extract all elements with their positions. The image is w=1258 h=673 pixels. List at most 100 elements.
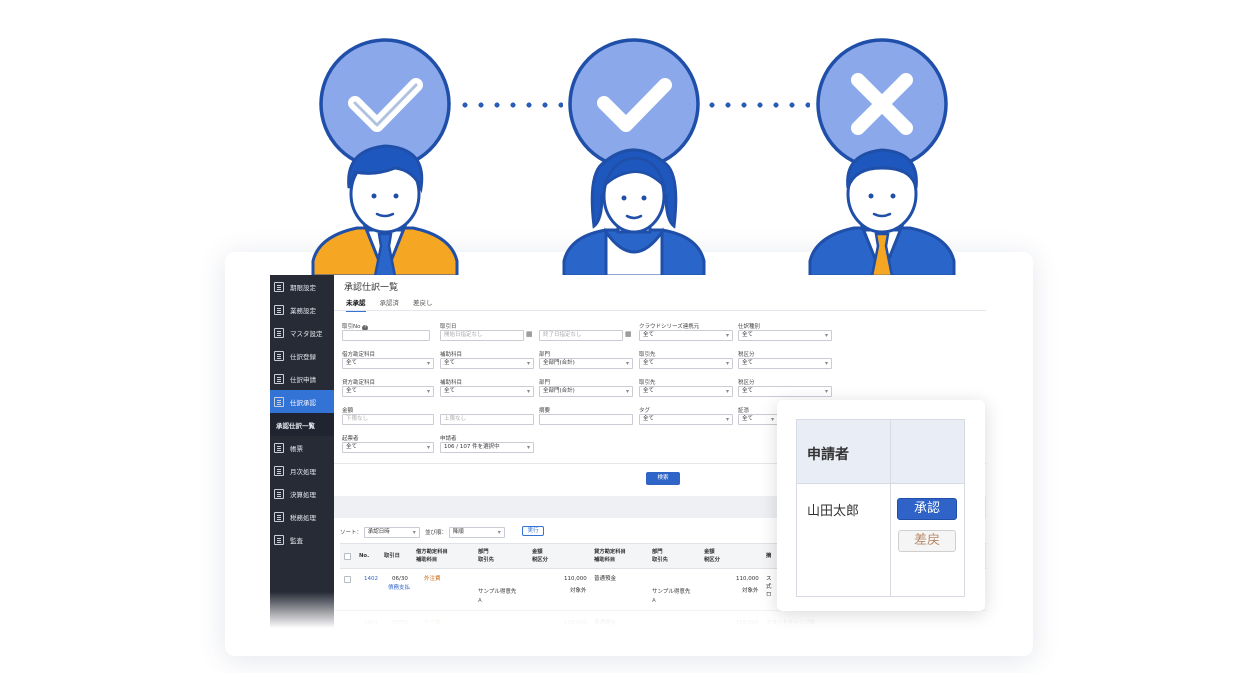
filter-label-credit-tax: 税区分 [738, 380, 755, 386]
report-icon [274, 442, 284, 453]
credit-sub-select[interactable]: 全て [440, 386, 534, 397]
sidebar-item-label: 仕訳登録 [290, 352, 316, 361]
column-divider [890, 420, 891, 596]
sidebar-item-label: 月次処理 [290, 467, 316, 476]
col-debit-partner: 取引先 [478, 557, 494, 563]
debit-account-select[interactable]: 全て [342, 358, 434, 369]
filter-label-debit-tax: 税区分 [738, 352, 755, 358]
sidebar-item-monthly[interactable]: 月次処理 [270, 459, 334, 482]
filter-label-creator: 起票者 [342, 436, 359, 442]
order-label: 並び順： [425, 530, 448, 536]
col-debit-dept: 部門 [478, 549, 489, 555]
row-credit-account: 普通預金 [594, 620, 617, 626]
sidebar-item-label: 仕訳申請 [290, 375, 316, 384]
search-button[interactable]: 検索 [646, 472, 680, 485]
calendar-icon[interactable]: ▦ [625, 330, 632, 338]
calendar-icon[interactable]: ▦ [526, 330, 533, 338]
sidebar-item-journal-entry[interactable]: 仕訳登録 [270, 344, 334, 367]
tag-select[interactable]: 全て [639, 414, 733, 425]
sidebar-item-label: 承認仕訳一覧 [276, 421, 315, 430]
row-no[interactable]: 1401 [364, 620, 378, 627]
row-debit-partner: サンプル得意先 [478, 589, 517, 595]
sidebar-item-closing[interactable]: 決算処理 [270, 482, 334, 505]
settings-doc-icon [274, 304, 284, 315]
col-debit-tax: 税区分 [532, 557, 548, 563]
audit-icon [274, 534, 284, 545]
run-button[interactable]: 実行 [522, 526, 544, 536]
approver-3-avatar [802, 36, 962, 276]
col-credit-account: 貸方勘定科目 [594, 549, 626, 555]
debit-dept-select[interactable]: 全部門(合計) [539, 358, 633, 369]
filter-label-credit-sub: 補助科目 [440, 380, 463, 386]
sidebar-item-journal-approval[interactable]: 仕訳承認 [270, 390, 334, 413]
calendar-icon [274, 465, 284, 476]
col-credit-partner: 取引先 [652, 557, 668, 563]
tabs-divider [334, 310, 986, 311]
sidebar-item-label: 税務処理 [290, 513, 316, 522]
amount-max-input[interactable]: 上限なし [440, 414, 534, 425]
journal-icon [274, 396, 284, 407]
debit-partner-select[interactable]: 全て [639, 358, 733, 369]
cloud-series-select[interactable]: 全て [639, 330, 733, 341]
journal-icon [274, 373, 284, 384]
col-credit-dept: 部門 [652, 549, 663, 555]
sidebar-item-label: 仕訳承認 [290, 398, 316, 407]
applicant-header: 申請者 [807, 447, 849, 463]
row-no[interactable]: 1402 [364, 576, 378, 583]
approver-2-avatar [554, 36, 714, 276]
credit-account-select[interactable]: 全て [342, 386, 434, 397]
row-type[interactable]: 債務支払 [388, 585, 410, 592]
sidebar-item-label: 決算処理 [290, 490, 316, 499]
end-date-input[interactable]: 終了日指定なし [539, 330, 623, 341]
row-debit-partner-2: A [478, 598, 482, 604]
filter-label-credit-partner: 取引先 [639, 380, 656, 386]
sort-controls: ソート： 承認日時 並び順： 降順 [340, 527, 505, 538]
journal-type-select[interactable]: 全て [738, 330, 832, 341]
filter-label-debit-sub: 補助科目 [440, 352, 463, 358]
connector-dots-2 [704, 102, 810, 108]
row-credit-partner-2: A [652, 598, 656, 604]
row-credit-amount: 110,000 [736, 576, 759, 582]
col-no: No. [359, 553, 370, 559]
summary-input[interactable] [539, 414, 633, 425]
settings-doc-icon [274, 281, 284, 292]
sidebar-item-tax[interactable]: 税務処理 [270, 505, 334, 528]
sidebar-item-master-settings[interactable]: マスタ設定 [270, 321, 334, 344]
sidebar-item-reports[interactable]: 帳票 [270, 436, 334, 459]
credit-tax-select[interactable]: 全て [738, 386, 832, 397]
voucher-select[interactable]: 全て [738, 414, 778, 425]
approve-button[interactable]: 承認 [897, 498, 957, 520]
sidebar-item-journal-request[interactable]: 仕訳申請 [270, 367, 334, 390]
approval-table: 申請者 山田太郎 承認 差戻 [796, 419, 965, 597]
col-debit-sub: 補助科目 [416, 557, 438, 563]
applicant-select[interactable]: 106 / 107 件を選択中 [440, 442, 534, 453]
select-all-checkbox[interactable] [344, 553, 351, 560]
sidebar-item-period-settings[interactable]: 期限設定 [270, 275, 334, 298]
debit-tax-select[interactable]: 全て [738, 358, 832, 369]
col-credit-amount: 金額 [704, 549, 715, 555]
filter-label-cloud-series: クラウドシリーズ連携元 [639, 324, 700, 330]
sidebar-subitem-approved-journal-list[interactable]: 承認仕訳一覧 [270, 413, 334, 436]
sort-select[interactable]: 承認日時 [363, 527, 420, 538]
credit-partner-select[interactable]: 全て [639, 386, 733, 397]
credit-dept-select[interactable]: 全部門(合計) [539, 386, 633, 397]
filter-label-journal-type: 仕訳種別 [738, 324, 761, 330]
sidebar-item-audit[interactable]: 監査 [270, 528, 334, 551]
debit-sub-select[interactable]: 全て [440, 358, 534, 369]
sidebar-item-business-settings[interactable]: 業務設定 [270, 298, 334, 321]
row-date: 06/30 [392, 576, 408, 582]
col-summary: 摘 [766, 553, 772, 559]
order-select[interactable]: 降順 [448, 527, 505, 538]
sidebar-item-label: 業務設定 [290, 306, 316, 315]
amount-min-input[interactable]: 下限なし [342, 414, 434, 425]
start-date-input[interactable]: 開始日指定なし [440, 330, 524, 341]
row-checkbox[interactable] [344, 576, 351, 583]
filter-label-amount: 金額 [342, 408, 354, 414]
row-credit-amount: 110,000 [736, 620, 759, 626]
col-debit-account: 借方勘定科目 [416, 549, 448, 555]
transaction-no-input[interactable] [342, 330, 430, 341]
return-button[interactable]: 差戻 [898, 530, 956, 552]
row-summary: スマートキャンプ株 [766, 620, 816, 626]
creator-select[interactable]: 全て [342, 442, 434, 453]
filter-label-debit-partner: 取引先 [639, 352, 656, 358]
